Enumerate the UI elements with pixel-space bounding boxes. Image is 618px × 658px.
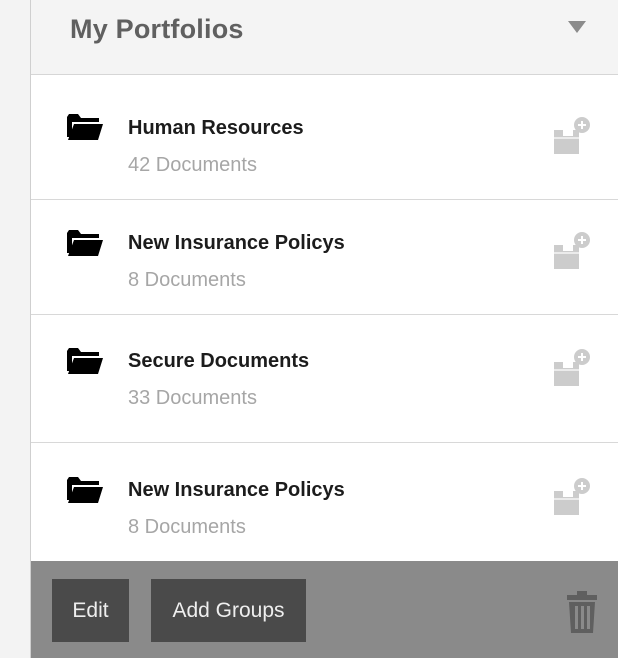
add-groups-button[interactable]: Add Groups: [151, 579, 306, 642]
document-count: 8 Documents: [128, 516, 246, 538]
folder-icon: [67, 114, 103, 140]
inbox-add-icon[interactable]: [551, 348, 591, 388]
folder-icon: [67, 477, 103, 503]
caret-down-icon[interactable]: [568, 21, 586, 33]
document-count: 8 Documents: [128, 269, 246, 291]
document-count: 33 Documents: [128, 387, 257, 409]
portfolio-row[interactable]: New Insurance Policys 8 Documents: [31, 200, 618, 315]
portfolios-panel: My Portfolios Human Resources 42 Documen…: [31, 0, 618, 658]
inbox-add-icon[interactable]: [551, 116, 591, 156]
portfolio-name: Human Resources: [128, 117, 304, 139]
portfolio-name: New Insurance Policys: [128, 479, 345, 501]
portfolio-row[interactable]: Human Resources 42 Documents: [31, 75, 618, 200]
folder-icon: [67, 348, 103, 374]
portfolio-name: New Insurance Policys: [128, 232, 345, 254]
edit-button[interactable]: Edit: [52, 579, 129, 642]
inbox-add-icon[interactable]: [551, 231, 591, 271]
document-count: 42 Documents: [128, 154, 257, 176]
portfolio-list: Human Resources 42 Documents New Insuran…: [31, 75, 618, 561]
portfolio-row[interactable]: New Insurance Policys 8 Documents: [31, 443, 618, 561]
portfolio-footer-toolbar: Edit Add Groups: [31, 561, 618, 658]
portfolio-row[interactable]: Secure Documents 33 Documents: [31, 315, 618, 443]
folder-icon: [67, 230, 103, 256]
inbox-add-icon[interactable]: [551, 477, 591, 517]
left-sidebar-edge: [0, 0, 31, 658]
page-title: My Portfolios: [70, 14, 244, 44]
portfolio-name: Secure Documents: [128, 350, 310, 372]
portfolios-header[interactable]: My Portfolios: [31, 0, 618, 75]
trash-icon[interactable]: [566, 591, 598, 633]
